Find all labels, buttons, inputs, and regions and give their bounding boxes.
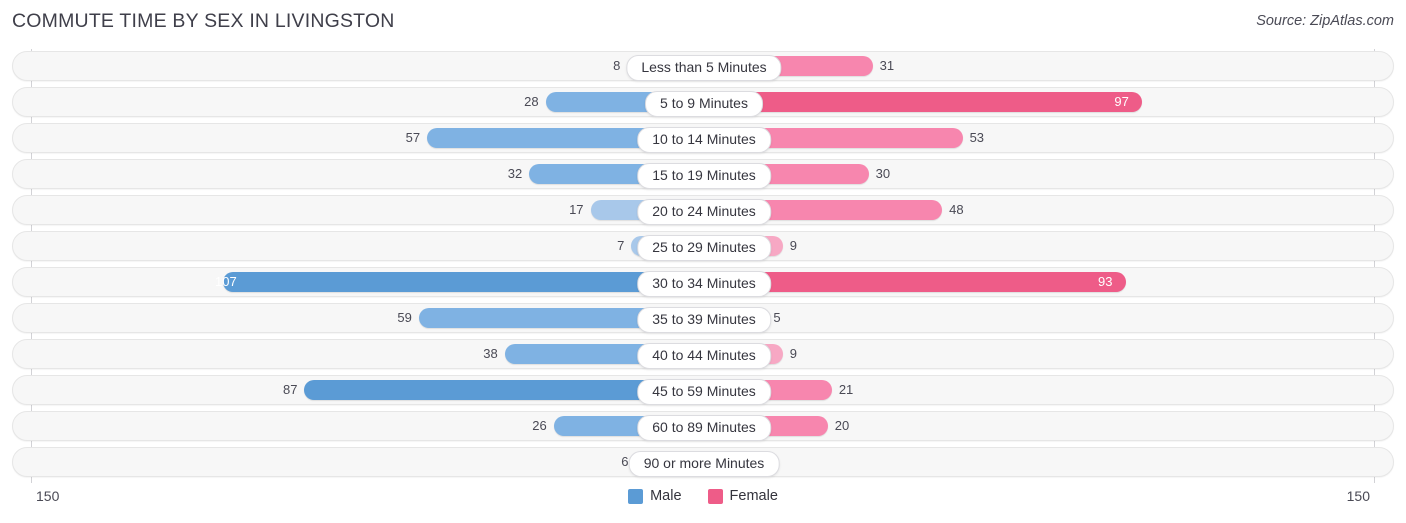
bar-value-female: 53 bbox=[969, 130, 985, 145]
legend-item[interactable]: Male bbox=[628, 488, 682, 504]
bar-row-inner: 38 9 40 to 44 Minutes bbox=[13, 340, 1393, 369]
bar-value-female: 20 bbox=[834, 418, 850, 433]
bar-row: 26 20 60 to 89 Minutes bbox=[12, 411, 1394, 441]
bar-value-male: 59 bbox=[397, 310, 412, 325]
chart-legend: Male Female bbox=[0, 488, 1406, 504]
bar-value-male: 26 bbox=[532, 418, 547, 433]
bar-row: 32 30 15 to 19 Minutes bbox=[12, 159, 1394, 189]
bar-row: 57 53 10 to 14 Minutes bbox=[12, 123, 1394, 153]
legend-swatch-icon bbox=[628, 488, 644, 504]
legend-label: Male bbox=[650, 488, 682, 504]
category-label-pill: 90 or more Minutes bbox=[628, 451, 780, 477]
legend-item[interactable]: Female bbox=[707, 488, 778, 504]
category-label-pill: 5 to 9 Minutes bbox=[645, 91, 763, 117]
bar-value-male: 17 bbox=[569, 202, 584, 217]
bar-row-inner: 59 5 35 to 39 Minutes bbox=[13, 304, 1393, 333]
bar-row-inner: 7 9 25 to 29 Minutes bbox=[13, 232, 1393, 261]
category-label-pill: 60 to 89 Minutes bbox=[637, 415, 771, 441]
bar-row-inner: 6090 or more Minutes bbox=[13, 448, 1393, 477]
category-label-pill: 10 to 14 Minutes bbox=[637, 127, 771, 153]
bar-value-male: 32 bbox=[507, 166, 523, 181]
bar-value-male: 8 bbox=[613, 58, 621, 73]
bar-row-inner: 107 93 30 to 34 Minutes bbox=[13, 268, 1393, 297]
source-attribution: Source: ZipAtlas.com bbox=[1256, 13, 1394, 29]
bar-value-male: 107 bbox=[215, 274, 237, 289]
bar-value-male: 57 bbox=[405, 130, 421, 145]
legend-label: Female bbox=[729, 488, 778, 504]
bar-value-female: 97 bbox=[1114, 94, 1129, 109]
bar-row: 6090 or more Minutes bbox=[12, 447, 1394, 477]
bar-value-female: 93 bbox=[1098, 274, 1113, 289]
bar-row-inner: 8 31 Less than 5 Minutes bbox=[13, 52, 1393, 81]
category-label-pill: 40 to 44 Minutes bbox=[637, 343, 771, 369]
category-label-pill: 45 to 59 Minutes bbox=[637, 379, 771, 405]
bar-value-female: 48 bbox=[949, 202, 964, 217]
bar-row: 7 9 25 to 29 Minutes bbox=[12, 231, 1394, 261]
category-label-pill: 35 to 39 Minutes bbox=[637, 307, 771, 333]
page-title: COMMUTE TIME BY SEX IN LIVINGSTON bbox=[12, 10, 395, 32]
bar-row: 8 31 Less than 5 Minutes bbox=[12, 51, 1394, 81]
bar-value-female: 9 bbox=[789, 346, 797, 361]
bar-row-inner: 28 97 5 to 9 Minutes bbox=[13, 88, 1393, 117]
bar-value-female: 9 bbox=[789, 238, 797, 253]
bar-value-male: 87 bbox=[283, 382, 298, 397]
category-label-pill: 20 to 24 Minutes bbox=[637, 199, 771, 225]
bar-row: 59 5 35 to 39 Minutes bbox=[12, 303, 1394, 333]
bar-row-inner: 87 21 45 to 59 Minutes bbox=[13, 376, 1393, 405]
bar-value-female: 30 bbox=[875, 166, 891, 181]
bar-male bbox=[222, 272, 702, 292]
bar-row-inner: 26 20 60 to 89 Minutes bbox=[13, 412, 1393, 441]
category-label-pill: 15 to 19 Minutes bbox=[637, 163, 771, 189]
category-label-pill: 25 to 29 Minutes bbox=[637, 235, 771, 261]
bar-female bbox=[704, 92, 1143, 112]
plot-area: 8 31 Less than 5 Minutes 28 97 5 to 9 Minutes… bbox=[0, 49, 1406, 483]
category-label-pill: 30 to 34 Minutes bbox=[637, 271, 771, 297]
bar-value-male: 6 bbox=[621, 454, 629, 469]
bar-value-female: 31 bbox=[879, 58, 895, 73]
bar-row: 38 9 40 to 44 Minutes bbox=[12, 339, 1394, 369]
bar-value-male: 28 bbox=[524, 94, 539, 109]
bar-value-male: 38 bbox=[483, 346, 498, 361]
legend-swatch-icon bbox=[707, 488, 723, 504]
bar-row-inner: 32 30 15 to 19 Minutes bbox=[13, 160, 1393, 189]
bar-rows: 8 31 Less than 5 Minutes 28 97 5 to 9 Minutes… bbox=[12, 51, 1394, 483]
bar-row: 107 93 30 to 34 Minutes bbox=[12, 267, 1394, 297]
bar-value-female: 21 bbox=[838, 382, 854, 397]
chart-container: COMMUTE TIME BY SEX IN LIVINGSTON Source… bbox=[0, 0, 1406, 523]
bar-row-inner: 57 53 10 to 14 Minutes bbox=[13, 124, 1393, 153]
bar-row-inner: 17 48 20 to 24 Minutes bbox=[13, 196, 1393, 225]
chart-footer: 150 150 Male Female bbox=[0, 484, 1406, 523]
bar-value-female: 5 bbox=[773, 310, 781, 325]
bar-row: 17 48 20 to 24 Minutes bbox=[12, 195, 1394, 225]
category-label-pill: Less than 5 Minutes bbox=[626, 55, 782, 81]
bar-value-male: 7 bbox=[617, 238, 625, 253]
bar-row: 28 97 5 to 9 Minutes bbox=[12, 87, 1394, 117]
bar-row: 87 21 45 to 59 Minutes bbox=[12, 375, 1394, 405]
